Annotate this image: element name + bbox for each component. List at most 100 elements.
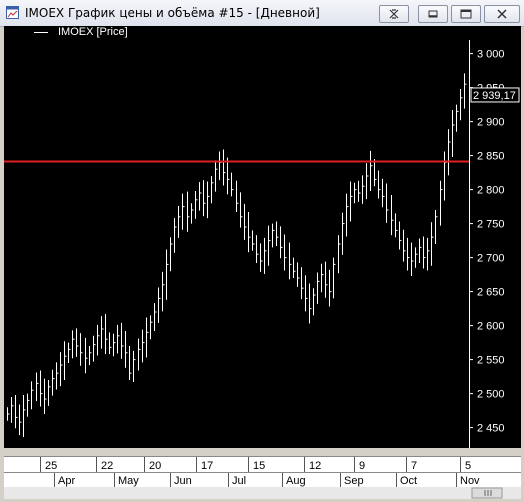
price-axis[interactable]: 3 0002 9502 9002 8502 8002 7502 7002 650…: [469, 40, 521, 448]
price-bar: [391, 195, 394, 236]
y-tick-label: 2 800: [477, 185, 505, 197]
price-bar: [48, 380, 51, 406]
price-bar: [252, 230, 255, 251]
price-bar: [268, 225, 271, 266]
day-tick-label: 25: [45, 460, 57, 472]
price-bar: [154, 303, 157, 332]
maximize-icon: [460, 9, 472, 19]
price-bar: [138, 338, 141, 371]
price-bar: [280, 226, 283, 259]
price-bar: [293, 257, 296, 278]
price-bar: [395, 213, 398, 238]
y-tick-label: 2 650: [477, 287, 505, 299]
price-bar: [76, 328, 79, 357]
month-tick-label: Nov: [460, 475, 480, 487]
month-tick-label: Sep: [344, 475, 364, 487]
price-bar: [158, 287, 161, 323]
minimize-button[interactable]: [418, 5, 448, 23]
legend-line-swatch: [34, 32, 48, 33]
month-tick-label: May: [118, 475, 139, 487]
close-button[interactable]: [484, 5, 520, 23]
price-bar: [203, 180, 206, 217]
price-bar: [411, 242, 414, 276]
price-bar: [117, 324, 120, 354]
day-tick-label: 22: [101, 460, 113, 472]
price-bar: [305, 275, 308, 312]
current-price-marker: 2 939,17: [470, 87, 520, 103]
price-bar: [223, 149, 226, 186]
month-tick-label: Jun: [174, 475, 192, 487]
price-bar: [80, 333, 83, 366]
day-tick-label: 15: [253, 460, 265, 472]
price-bar: [109, 332, 112, 355]
day-tick-label: 5: [465, 460, 471, 472]
price-bar: [313, 288, 316, 316]
price-bar: [329, 269, 332, 307]
price-bar: [211, 176, 214, 204]
scrollbar-thumb[interactable]: [4, 487, 521, 499]
price-bar: [346, 193, 349, 237]
horizontal-scrollbar[interactable]: [4, 487, 521, 499]
price-bar: [199, 182, 202, 211]
price-bar: [452, 110, 455, 157]
day-tick-label: 7: [411, 460, 417, 472]
minimize-icon: [428, 10, 438, 18]
price-bar: [121, 322, 124, 359]
price-bar: [435, 210, 438, 244]
month-tick-label: Apr: [58, 475, 75, 487]
maximize-button[interactable]: [451, 5, 481, 23]
price-bar: [207, 181, 210, 219]
price-bar: [56, 362, 59, 390]
price-bar: [215, 160, 218, 192]
price-bar: [338, 235, 341, 274]
chart-window-icon: [6, 6, 19, 19]
price-bar: [68, 342, 71, 363]
price-bar: [240, 192, 243, 228]
price-bar: [431, 222, 434, 266]
detach-icon: [389, 9, 399, 19]
price-bar: [89, 346, 92, 366]
price-bar: [342, 212, 345, 255]
close-icon: [497, 9, 507, 19]
price-bar: [85, 337, 88, 374]
price-bar: [350, 181, 353, 222]
y-tick-label: 2 750: [477, 219, 505, 231]
price-bar: [219, 151, 222, 181]
price-bar: [415, 247, 418, 268]
price-bar: [97, 324, 100, 356]
price-bar: [178, 205, 181, 238]
price-chart[interactable]: [4, 40, 469, 448]
price-bar: [7, 407, 10, 421]
price-bar: [297, 262, 300, 287]
title-bar[interactable]: IMOEX График цены и объёма #15 - [Дневно…: [0, 0, 524, 27]
price-bar: [113, 333, 116, 357]
price-bar: [182, 193, 185, 230]
y-tick-label: 2 550: [477, 355, 505, 367]
price-bar: [125, 331, 128, 368]
price-bar: [11, 397, 14, 423]
detach-button[interactable]: [379, 5, 409, 23]
price-bar: [419, 238, 422, 264]
price-bar: [427, 237, 430, 271]
price-bar: [423, 236, 426, 269]
price-bar: [378, 170, 381, 199]
y-tick-label: 2 850: [477, 151, 505, 163]
price-bar: [309, 283, 312, 324]
price-bar: [358, 180, 361, 202]
price-bar: [321, 263, 324, 293]
price-bar: [362, 175, 365, 204]
price-bar: [374, 159, 377, 187]
price-bar: [231, 172, 234, 197]
date-axis[interactable]: 25 22 20 17 15 12 9 7 5 Apr May Jun Jul Aug Sep Oct Nov: [4, 456, 521, 487]
price-bar: [325, 261, 328, 298]
price-bar: [52, 369, 55, 396]
legend: IMOEX [Price]: [4, 26, 521, 40]
price-bar: [301, 267, 304, 300]
price-chart-panel[interactable]: [4, 40, 469, 448]
price-bar: [386, 183, 389, 223]
price-bar: [195, 190, 198, 219]
price-bar: [354, 182, 357, 204]
y-tick-label: 2 600: [477, 321, 505, 333]
price-bar: [448, 129, 451, 176]
price-bar: [187, 191, 190, 232]
